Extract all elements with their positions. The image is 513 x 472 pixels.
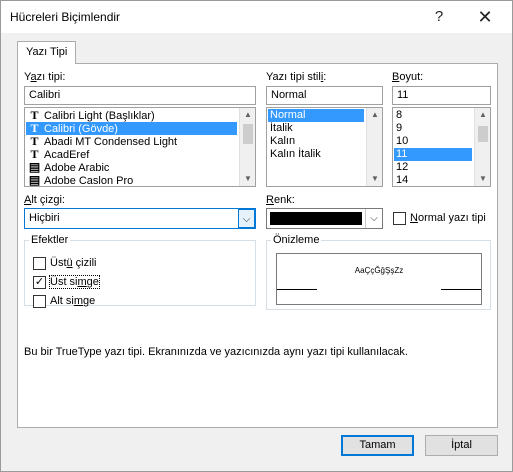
- color-label: Renk:: [266, 194, 295, 206]
- effect-label: Üst simge: [49, 275, 100, 289]
- style-list-item[interactable]: Kalın İtalik: [268, 148, 364, 161]
- font-label: Yazı tipi:: [24, 71, 66, 83]
- effect-label: Alt simge: [50, 295, 96, 307]
- color-swatch: [270, 212, 362, 225]
- scroll-up-icon[interactable]: ▲: [475, 108, 490, 122]
- dialog-title: Hücreleri Biçimlendir: [10, 10, 121, 24]
- size-list[interactable]: 14 12 11 10 9 8 ▲ ▼: [392, 107, 491, 187]
- size-list-item[interactable]: 9: [394, 122, 472, 135]
- size-input[interactable]: 11: [392, 86, 491, 105]
- scroll-down-icon[interactable]: ▼: [367, 172, 382, 186]
- style-item-label: Kalın İtalik: [270, 148, 321, 160]
- font-list-item[interactable]: T Abadi MT Condensed Light: [26, 134, 237, 149]
- font-item-label: Abadi MT Condensed Light: [44, 136, 178, 148]
- truetype-icon: T: [30, 147, 39, 161]
- font-list-item[interactable]: T Calibri Light (Başlıklar): [26, 108, 237, 123]
- scroll-up-icon[interactable]: ▲: [367, 108, 382, 122]
- truetype-icon: T: [30, 134, 39, 148]
- style-item-label: Normal: [270, 109, 306, 121]
- size-label: Boyut:: [392, 71, 424, 83]
- title-bar: Hücreleri Biçimlendir ? ✕: [1, 1, 512, 33]
- font-list-item[interactable]: T Calibri (Gövde): [26, 122, 237, 135]
- underline-value: Hiçbiri: [29, 212, 60, 224]
- scroll-thumb[interactable]: [478, 126, 488, 142]
- size-list-item[interactable]: 12: [394, 161, 472, 174]
- font-item-label: AcadEref: [44, 149, 90, 161]
- effects-title: Efektler: [29, 234, 71, 246]
- font-item-label: Adobe Caslon Pro: [44, 175, 134, 187]
- font-list-item[interactable]: T AcadEref: [26, 147, 237, 162]
- font-input[interactable]: Calibri: [24, 86, 256, 105]
- size-item-label: 12: [396, 161, 409, 173]
- font-list-item[interactable]: ▤ Adobe Arabic: [26, 160, 237, 175]
- close-button[interactable]: ✕: [467, 5, 503, 29]
- chevron-down-icon[interactable]: ⌵: [238, 209, 255, 228]
- font-item-label: Calibri (Gövde): [44, 123, 118, 135]
- size-item-label: 10: [396, 135, 409, 147]
- underline-select[interactable]: Hiçbiri ⌵: [24, 208, 256, 229]
- style-item-label: Kalın: [270, 135, 296, 147]
- scroll-thumb[interactable]: [243, 124, 253, 144]
- normal-font-label: Normal yazı tipi: [410, 212, 486, 224]
- effects-group: Efektler Üstü çizili ✓ Üst simge Alt simge: [24, 234, 256, 308]
- opentype-icon: ▤: [28, 160, 41, 174]
- scroll-down-icon[interactable]: ▼: [240, 172, 255, 186]
- chevron-down-icon[interactable]: ⌵: [365, 209, 382, 228]
- info-text: Bu bir TrueType yazı tipi. Ekranınızda v…: [24, 346, 408, 358]
- size-list-item[interactable]: 8: [394, 109, 472, 122]
- scroll-down-icon[interactable]: ▼: [475, 172, 490, 186]
- size-list-item[interactable]: 10: [394, 135, 472, 148]
- effect-checkbox[interactable]: [33, 295, 46, 308]
- opentype-icon: ▤: [28, 173, 41, 187]
- font-style-label: Yazı tipi stili:: [266, 71, 327, 83]
- style-item-label: İtalik: [270, 122, 293, 134]
- style-list-scrollbar[interactable]: ▲ ▼: [366, 108, 382, 186]
- effect-checkbox[interactable]: [33, 257, 46, 270]
- cancel-button[interactable]: İptal: [425, 435, 498, 456]
- size-list-item[interactable]: 11: [394, 148, 472, 161]
- font-style-input[interactable]: Normal: [266, 86, 383, 105]
- style-list-item[interactable]: İtalik: [268, 122, 364, 135]
- help-button[interactable]: ?: [421, 5, 457, 29]
- size-item-label: 8: [396, 109, 403, 121]
- font-item-label: Calibri Light (Başlıklar): [44, 110, 155, 122]
- preview-title: Önizleme: [271, 234, 322, 246]
- font-tab-panel: Yazı tipi: Calibri ▤ Adobe Caslon Pro ▤ Ado…: [17, 63, 498, 428]
- size-item-label: 11: [396, 148, 408, 160]
- underline-label: Alt çizgi:: [24, 194, 65, 206]
- size-item-label: 9: [396, 122, 403, 134]
- style-list-item[interactable]: Kalın: [268, 135, 364, 148]
- effect-label: Üstü çizili: [50, 257, 97, 269]
- size-list-item[interactable]: 14: [394, 174, 472, 186]
- font-style-list[interactable]: Kalın İtalik Kalın İtalik Normal ▲ ▼: [266, 107, 383, 187]
- tab-font[interactable]: Yazı Tipi: [17, 41, 77, 64]
- color-select[interactable]: ⌵: [266, 208, 383, 229]
- baseline-right: [441, 289, 481, 290]
- truetype-icon: T: [30, 121, 39, 135]
- style-list-item[interactable]: Normal: [268, 109, 364, 122]
- font-list-item[interactable]: ▤ Adobe Caslon Pro: [26, 174, 237, 187]
- normal-font-checkbox[interactable]: [393, 212, 406, 225]
- font-item-label: Adobe Arabic: [44, 162, 110, 174]
- font-list-scrollbar[interactable]: ▲ ▼: [239, 108, 255, 186]
- size-item-label: 14: [396, 174, 409, 186]
- baseline-left: [277, 289, 317, 290]
- preview-sample: AaÇçĞğŞşZz: [354, 266, 404, 275]
- preview-group: Önizleme AaÇçĞğŞşZz: [266, 234, 491, 310]
- effect-checkbox[interactable]: ✓: [33, 276, 46, 289]
- truetype-icon: T: [30, 108, 39, 122]
- format-cells-dialog: Hücreleri Biçimlendir ? ✕ Yazı Tipi Yazı…: [0, 0, 513, 472]
- preview-box: AaÇçĞğŞşZz: [276, 253, 482, 305]
- scroll-up-icon[interactable]: ▲: [240, 108, 255, 122]
- ok-button[interactable]: Tamam: [341, 435, 414, 456]
- font-list[interactable]: ▤ Adobe Caslon Pro ▤ Adobe Arabic T AcadEref T…: [24, 107, 256, 187]
- size-list-scrollbar[interactable]: ▲ ▼: [474, 108, 490, 186]
